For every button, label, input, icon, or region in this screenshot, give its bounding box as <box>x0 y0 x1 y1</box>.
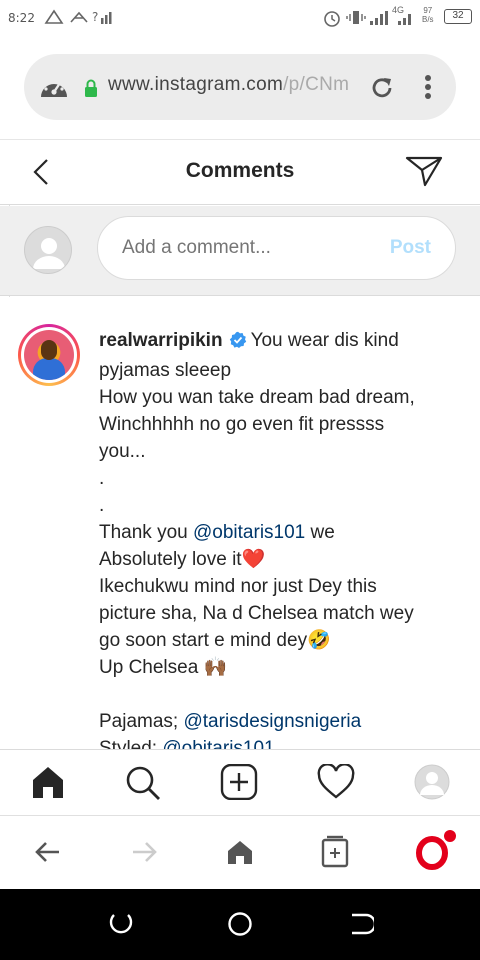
caption-line-2: pyjamas sleeep <box>99 360 232 381</box>
comments-list[interactable]: realwarripikin You wear dis kind pyjamas … <box>0 297 480 749</box>
caption-love-line: Absolutely love it <box>99 549 242 570</box>
current-user-avatar <box>24 226 72 274</box>
caption-line-7: . <box>99 495 105 516</box>
opera-menu-icon[interactable] <box>414 828 458 875</box>
caption-line-13: picture sha, Na d Chelsea match wey <box>99 603 414 624</box>
mention-tarisdesignsnigeria[interactable]: @tarisdesignsnigeria <box>183 711 361 732</box>
status-time: 8:22 <box>8 11 35 25</box>
author-username[interactable]: realwarripikin <box>99 330 223 351</box>
lock-icon <box>82 78 100 103</box>
usb-icon <box>68 9 90 28</box>
warning-icon <box>44 9 64 28</box>
mention-obitaris101-2[interactable]: @obitaris101 <box>162 738 274 749</box>
signal-icon <box>368 9 390 30</box>
browser-back-icon[interactable] <box>34 838 62 871</box>
add-comment-row: Post <box>0 206 480 296</box>
heart-icon[interactable] <box>316 763 356 805</box>
signal-unknown-icon: ? <box>92 9 116 28</box>
verified-badge-icon <box>229 330 247 357</box>
net-speed-unit: B/s <box>422 15 434 24</box>
system-home-icon[interactable] <box>227 911 253 942</box>
browser-address-area: www.instagram.com/p/CNm <box>0 36 480 140</box>
direct-send-icon[interactable] <box>404 153 444 194</box>
vibrate-icon <box>346 9 366 30</box>
browser-home-icon[interactable] <box>226 838 254 871</box>
reload-icon[interactable] <box>368 74 396 107</box>
net-speed-value: 97 <box>423 6 433 15</box>
url-path: /p/CNm <box>283 74 350 95</box>
speed-dial-icon[interactable] <box>38 73 70 106</box>
caption-line-3: How you wan take dream bad dream, <box>99 387 415 408</box>
url-host: www.instagram.com <box>108 74 284 95</box>
signal-icon-2 <box>396 9 416 30</box>
caption-line-4: Winchhhhh no go even fit pressss <box>99 414 385 435</box>
home-icon[interactable] <box>30 764 66 805</box>
bottom-navigation <box>0 749 480 815</box>
mention-obitaris101[interactable]: @obitaris101 <box>193 522 305 543</box>
system-back-icon[interactable] <box>348 911 377 942</box>
tabs-icon[interactable] <box>320 834 350 873</box>
svg-text:?: ? <box>92 10 98 24</box>
caption-we: we <box>310 522 335 543</box>
post-button[interactable]: Post <box>390 237 431 259</box>
address-bar[interactable]: www.instagram.com/p/CNm <box>24 54 456 120</box>
new-post-icon[interactable] <box>220 763 258 805</box>
post-caption: realwarripikin You wear dis kind pyjamas … <box>99 327 459 749</box>
caption-line-6: . <box>99 468 105 489</box>
raised-hands-emoji: 🙌🏾 <box>203 657 228 678</box>
system-navigation-bar <box>0 889 480 960</box>
caption-up-chelsea: Up Chelsea <box>99 657 199 678</box>
alarm-icon <box>322 9 342 30</box>
browser-toolbar <box>0 815 480 889</box>
search-icon[interactable] <box>124 764 162 807</box>
laugh-emoji: 🤣 <box>307 630 331 651</box>
comment-input[interactable] <box>122 237 372 259</box>
heart-emoji: ❤️ <box>241 549 266 570</box>
caption-thank-you: Thank you <box>99 522 188 543</box>
profile-avatar-icon[interactable] <box>414 764 450 805</box>
more-menu-icon[interactable] <box>422 72 434 107</box>
comments-header: Comments <box>0 141 480 205</box>
browser-forward-icon[interactable] <box>130 838 158 871</box>
caption-line-1: You wear dis kind <box>250 330 399 351</box>
caption-line-14: go soon start e mind dey <box>99 630 308 651</box>
comment-box[interactable]: Post <box>97 216 456 280</box>
author-avatar-image <box>24 330 74 380</box>
caption-line-5: you... <box>99 441 146 462</box>
battery-indicator: 32 <box>444 9 472 24</box>
caption-line-12: Ikechukwu mind nor just Dey this <box>99 576 377 597</box>
url-text[interactable]: www.instagram.com/p/CNm <box>108 74 358 96</box>
caption-pajamas: Pajamas; <box>99 711 179 732</box>
caption-styled: Styled; <box>99 738 158 749</box>
author-avatar[interactable] <box>18 324 80 386</box>
recents-icon[interactable] <box>108 911 134 942</box>
net-speed: 97 B/s <box>422 6 434 24</box>
status-bar: 8:22 ? 4G 97 B/s 32 <box>0 0 480 36</box>
